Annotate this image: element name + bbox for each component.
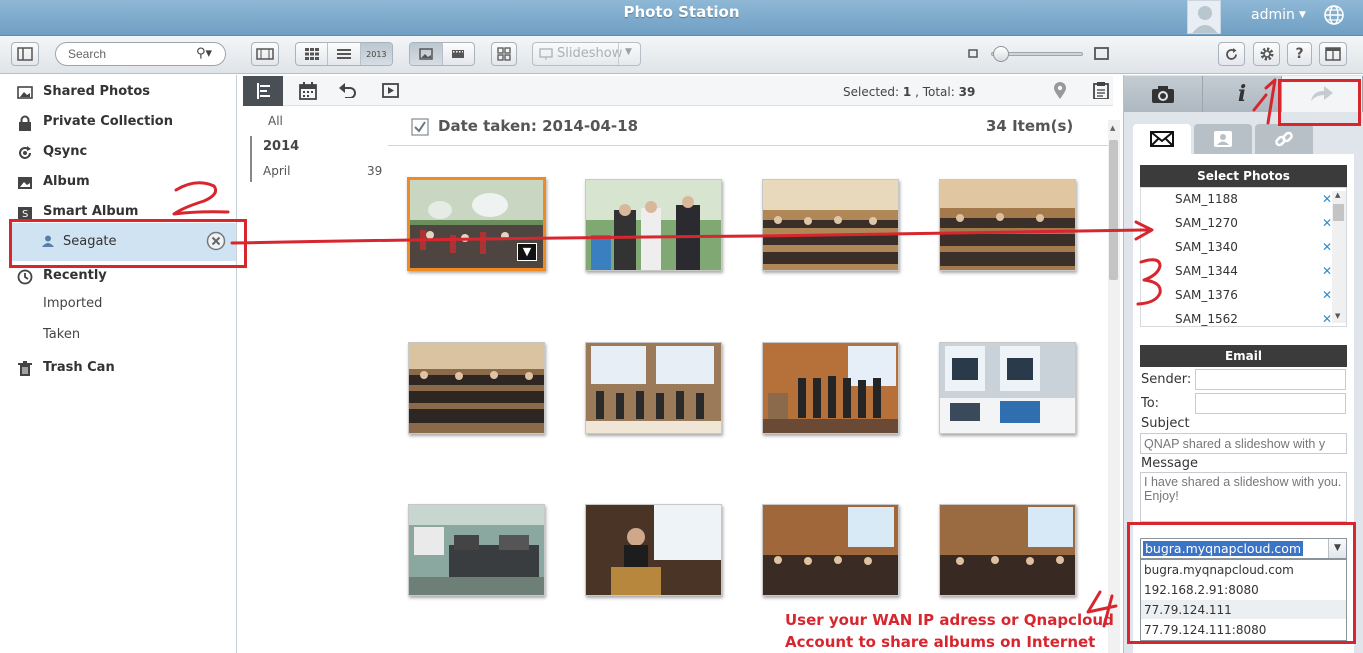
annotation-numeral-3: [1136, 258, 1162, 306]
annotation-overlay: [172, 78, 1277, 628]
annotation-arrow-line: [230, 228, 1150, 245]
annotation-numeral-2: [172, 181, 230, 216]
annotation-text-line: Account to share albums on Internet: [785, 633, 1096, 651]
annotation-text-line: User your WAN IP adress or Qnapcloud: [785, 611, 1114, 629]
annotation-text: User your WAN IP adress or Qnapcloud Acc…: [785, 609, 1114, 653]
annotation-numeral-1: [1264, 78, 1277, 125]
annotation-numeral-1-stroke: [1252, 93, 1268, 112]
